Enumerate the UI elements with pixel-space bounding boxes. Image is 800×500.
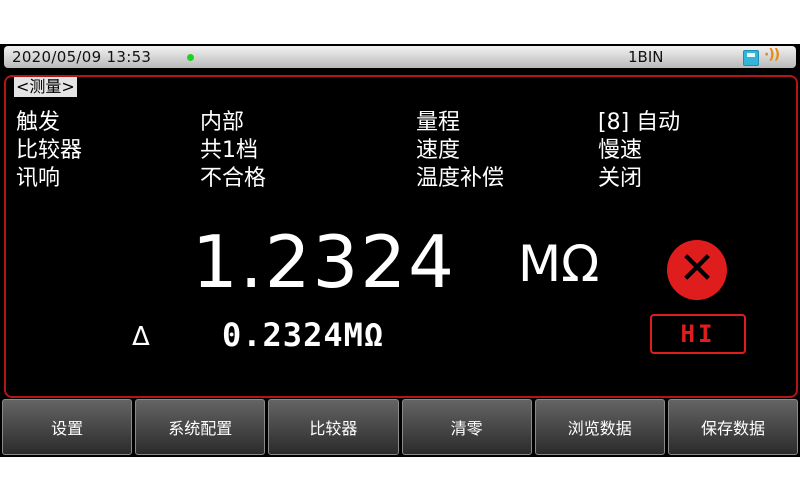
softkey-comparator[interactable]: 比较器 (268, 399, 399, 455)
softkey-zero[interactable]: 清零 (401, 399, 532, 455)
delta-unit: MΩ (343, 316, 385, 354)
comparator-label: 比较器 (16, 138, 83, 163)
speed-value[interactable]: 慢速 (598, 138, 642, 164)
result-hi-badge: HI (650, 314, 746, 354)
meter-screen: 2020/05/09 13:53 1BIN ·)) <测量> 触发 内部 比较器… (0, 44, 800, 457)
wifi-icon: ·)) (764, 47, 780, 63)
main-reading: 1.2324 (192, 220, 456, 304)
softkey-system-config[interactable]: 系统配置 (135, 399, 266, 455)
softkey-bar: 设置 系统配置 比较器 清零 浏览数据 保存数据 (2, 399, 799, 455)
disk-icon (743, 50, 759, 66)
range-value[interactable]: [8] 自动 (598, 110, 680, 136)
datetime: 2020/05/09 13:53 (12, 48, 152, 66)
speed-label: 速度 (416, 138, 461, 163)
bin-indicator: 1BIN (628, 48, 664, 66)
trigger-label: 触发 (16, 110, 61, 135)
range-label: 量程 (416, 110, 461, 135)
trigger-value[interactable]: 内部 (200, 110, 244, 136)
mode-tag[interactable]: <测量> (14, 77, 77, 97)
temp-comp-label: 温度补偿 (416, 166, 505, 191)
connection-led-icon (187, 54, 194, 61)
status-bar: 2020/05/09 13:53 1BIN ·)) (4, 46, 796, 68)
temp-comp-value[interactable]: 关闭 (598, 166, 642, 192)
delta-symbol: Δ (132, 322, 150, 352)
softkey-save-data[interactable]: 保存数据 (667, 399, 799, 455)
softkey-browse-data[interactable]: 浏览数据 (534, 399, 665, 455)
softkey-setup[interactable]: 设置 (2, 399, 133, 455)
error-x-icon: ✕ (667, 240, 727, 300)
comparator-value[interactable]: 共1档 (200, 138, 258, 164)
delta-value: 0.2324 (222, 316, 344, 354)
beep-label: 讯响 (16, 166, 61, 191)
beep-value[interactable]: 不合格 (200, 166, 266, 192)
main-unit: MΩ (518, 235, 600, 293)
delta-reading: 0.2324MΩ (222, 316, 384, 354)
